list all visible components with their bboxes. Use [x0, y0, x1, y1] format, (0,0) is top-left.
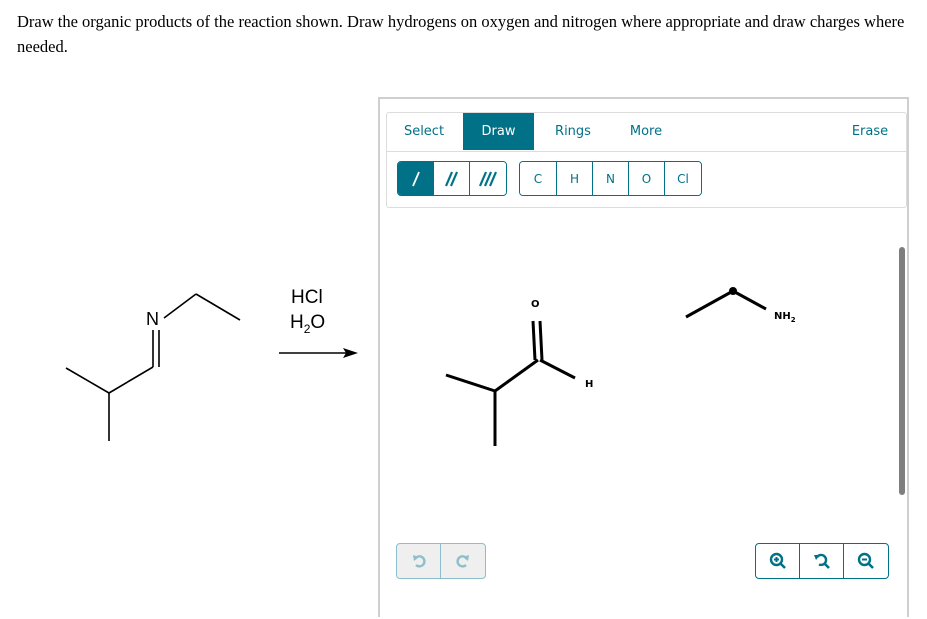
amine-atom-label[interactable]: NH2 [774, 311, 796, 324]
bond [732, 289, 767, 311]
reaction-arrow [279, 348, 358, 358]
reagent-hcl: HCl [291, 287, 323, 309]
zoom-in-button[interactable] [756, 544, 800, 578]
history-button-group [396, 543, 486, 579]
reagent-water: H2O [290, 312, 325, 336]
reaction-scheme: N HCl H2O [0, 260, 380, 460]
nitrogen-label: N [146, 309, 159, 329]
zoom-in-icon [769, 552, 786, 569]
question-text: Draw the organic products of the reactio… [17, 12, 905, 56]
amine-subscript: 2 [790, 316, 796, 324]
redo-icon [456, 555, 469, 568]
redo-button[interactable] [441, 544, 485, 578]
reset-zoom-button[interactable] [800, 544, 844, 578]
drawing-canvas[interactable] [380, 99, 907, 619]
zoom-out-icon [857, 552, 874, 569]
bond [494, 358, 539, 393]
reagent-text: H [290, 312, 304, 333]
zoom-out-button[interactable] [844, 544, 888, 578]
bond [539, 358, 576, 380]
bond [108, 366, 154, 394]
oxygen-atom-label[interactable]: O [531, 299, 540, 310]
reagent-text: O [310, 312, 326, 333]
reset-zoom-icon [813, 553, 830, 569]
zoom-button-group [755, 543, 889, 579]
hydrogen-atom-label[interactable]: H [585, 379, 593, 390]
selected-atom-dot[interactable] [729, 287, 737, 295]
product-amine [685, 289, 767, 319]
undo-icon [412, 555, 426, 568]
bond [195, 293, 241, 321]
vertical-scrollbar[interactable] [899, 247, 905, 495]
reagent-text: HCl [291, 287, 323, 308]
drawing-panel: Select Draw Rings More Erase C H N O Cl [378, 97, 909, 617]
product-aldehyde [445, 320, 576, 446]
bond [685, 289, 734, 319]
bond [163, 293, 197, 319]
reactant-structure [65, 293, 358, 441]
undo-button[interactable] [397, 544, 441, 578]
amine-text: NH [774, 311, 791, 322]
double-bond-line [531, 320, 537, 361]
bond [65, 367, 110, 394]
bond [445, 373, 496, 393]
double-bond-line [538, 320, 544, 361]
